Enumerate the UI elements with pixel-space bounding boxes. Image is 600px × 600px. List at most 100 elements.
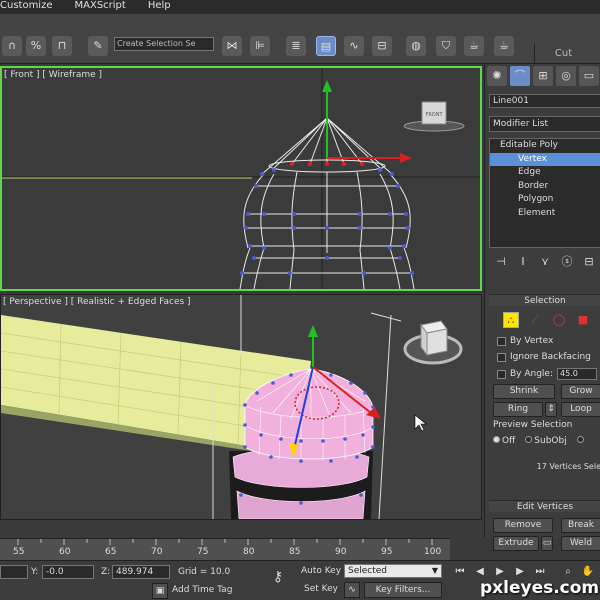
x-coordinate-field[interactable] xyxy=(0,565,28,579)
polygon-level-icon[interactable]: ■ xyxy=(575,312,591,328)
curve-editor-icon[interactable]: ∿ xyxy=(344,36,364,56)
stack-item-edge[interactable]: Edge xyxy=(490,166,600,180)
front-transform-gizmo[interactable] xyxy=(322,80,412,163)
snap-toggle-icon[interactable]: ∩ xyxy=(2,36,22,56)
timeline-tick-label: 65 xyxy=(105,547,117,557)
spinner-snap-icon[interactable]: ⊓ xyxy=(52,36,72,56)
show-end-result-icon[interactable]: Ⅰ xyxy=(515,254,531,270)
stack-tools: ⊣ Ⅰ ⋎ ⓢ ⊟ xyxy=(489,254,600,272)
ring-spinner[interactable]: ⇕ xyxy=(545,402,557,417)
timeline-tick-label: 80 xyxy=(243,547,255,557)
z-coordinate-label: Z: xyxy=(101,567,111,577)
edge-level-icon[interactable]: ⟋ xyxy=(527,312,543,328)
preview-off-option[interactable]: Off xyxy=(493,436,515,446)
time-tag-lock-icon[interactable]: ▣ xyxy=(152,583,168,599)
timeline-tick-label: 95 xyxy=(381,547,393,557)
menu-bar: Customize MAXScript Help xyxy=(0,0,600,14)
stack-item-editable-poly[interactable]: Editable Poly xyxy=(490,139,600,153)
edit-vertices-rollout-title[interactable]: Edit Vertices xyxy=(489,500,600,512)
configure-modifier-sets-icon[interactable]: ⊟ xyxy=(581,254,597,270)
by-vertex-row[interactable]: By Vertex xyxy=(497,336,553,346)
front-viewport-label[interactable]: [ Front ] [ Wireframe ] xyxy=(4,70,102,80)
menu-maxscript[interactable]: MAXScript xyxy=(75,0,126,14)
ignore-backfacing-checkbox[interactable] xyxy=(497,352,506,362)
y-coordinate-field[interactable]: -0.0 xyxy=(42,565,94,579)
modifier-stack: Editable Poly Vertex Edge Border Polygon… xyxy=(489,138,600,248)
display-tab-icon[interactable]: ▭ xyxy=(579,66,599,86)
grow-button[interactable]: Grow xyxy=(561,384,600,399)
pin-stack-icon[interactable]: ⊣ xyxy=(493,254,509,270)
selection-rollout-title[interactable]: Selection xyxy=(489,294,600,306)
break-button[interactable]: Break xyxy=(561,518,600,533)
vertex-level-icon[interactable]: ∴ xyxy=(503,312,519,328)
set-key-mode-icon[interactable]: ⚷ xyxy=(266,569,290,589)
make-unique-icon[interactable]: ⋎ xyxy=(537,254,553,270)
stack-item-border[interactable]: Border xyxy=(490,180,600,194)
ring-button[interactable]: Ring xyxy=(493,402,543,417)
extrude-settings-icon[interactable]: ▭ xyxy=(541,536,553,551)
menu-customize[interactable]: Customize xyxy=(0,0,53,14)
menu-help[interactable]: Help xyxy=(148,0,171,14)
stack-item-element[interactable]: Element xyxy=(490,207,600,221)
angle-spinner[interactable]: 45.0 xyxy=(557,368,598,380)
stack-item-polygon[interactable]: Polygon xyxy=(490,193,600,207)
main-toolbar: ∩ % ⊓ ✎ Create Selection Se ⋈ ⊫ ≣ ▤ ∿ ⊟ … xyxy=(0,14,600,64)
hierarchy-tab-icon[interactable]: ⊞ xyxy=(533,66,553,86)
auto-key-button[interactable]: Auto Key xyxy=(300,564,342,580)
layer-manager-icon[interactable]: ≣ xyxy=(286,36,306,56)
key-filters-button[interactable]: Key Filters... xyxy=(364,582,442,598)
loop-button[interactable]: Loop xyxy=(561,402,600,417)
render-setup-icon[interactable]: ⛉ xyxy=(436,36,456,56)
perspective-viewport-label[interactable]: [ Perspective ] [ Realistic + Edged Face… xyxy=(3,297,191,307)
schematic-view-icon[interactable]: ⊟ xyxy=(372,36,392,56)
by-angle-checkbox[interactable] xyxy=(497,369,506,379)
by-angle-row[interactable]: By Angle: 45.0 xyxy=(497,368,598,380)
front-viewport[interactable]: [ Front ] [ Wireframe ] FRONT xyxy=(0,66,482,291)
add-time-tag-button[interactable]: Add Time Tag xyxy=(172,583,264,599)
remove-button[interactable]: Remove xyxy=(493,518,553,533)
render-production-icon[interactable]: ☕ xyxy=(494,36,514,56)
mirror-icon[interactable]: ⋈ xyxy=(222,36,242,56)
set-key-button[interactable]: Set Key xyxy=(300,582,342,598)
z-coordinate-field[interactable]: 489.974 xyxy=(112,565,170,579)
key-mode-dropdown[interactable]: Selected ▼ xyxy=(344,564,442,578)
preview-subobj-option[interactable]: SubObj xyxy=(525,436,567,446)
material-editor-icon[interactable]: ◍ xyxy=(406,36,426,56)
object-name-field[interactable]: Line001 xyxy=(489,94,600,108)
shrink-button[interactable]: Shrink xyxy=(493,384,555,399)
by-angle-label: By Angle: xyxy=(510,369,554,379)
remove-modifier-icon[interactable]: ⓢ xyxy=(559,254,575,270)
perspective-viewport[interactable]: [ Perspective ] [ Realistic + Edged Face… xyxy=(0,294,482,520)
front-viewcube[interactable]: FRONT xyxy=(403,101,465,132)
edit-named-selection-icon[interactable]: ✎ xyxy=(88,36,108,56)
perspective-viewcube[interactable] xyxy=(403,320,463,365)
extrude-button[interactable]: Extrude xyxy=(493,536,539,551)
motion-tab-icon[interactable]: ◎ xyxy=(556,66,576,86)
perspective-canvas xyxy=(1,295,463,519)
dropdown-arrow-icon: ▼ xyxy=(431,566,438,575)
tangent-type-icon[interactable]: ∿ xyxy=(344,582,360,598)
by-vertex-checkbox[interactable] xyxy=(497,336,506,346)
weld-button[interactable]: Weld xyxy=(561,536,600,551)
timeline-tick-label: 60 xyxy=(59,547,71,557)
ignore-backfacing-row[interactable]: Ignore Backfacing xyxy=(497,352,591,362)
timeline-ruler[interactable]: 55 60 65 70 75 80 85 90 95 100 xyxy=(0,538,450,560)
modify-tab-icon[interactable]: ⌒ xyxy=(510,66,530,86)
border-level-icon[interactable]: ◯ xyxy=(551,312,567,328)
go-to-start-icon[interactable]: ⏮ xyxy=(452,564,468,580)
preview-multi-option[interactable] xyxy=(576,436,586,446)
selection-count-text: 17 Vertices Sele xyxy=(536,462,600,471)
front-selected-vertices xyxy=(289,161,365,167)
align-icon[interactable]: ⊫ xyxy=(250,36,270,56)
graphite-ribbon-icon[interactable]: ▤ xyxy=(316,36,336,56)
rendered-frame-icon[interactable]: ☕ xyxy=(464,36,484,56)
grid-size-text: Grid = 10.0 xyxy=(178,567,231,577)
create-tab-icon[interactable]: ✺ xyxy=(487,66,507,86)
cut-button[interactable]: Cut xyxy=(534,44,592,64)
stack-item-vertex[interactable]: Vertex xyxy=(490,152,600,167)
timeline-tick-label: 70 xyxy=(151,547,163,557)
modifier-list-dropdown[interactable]: Modifier List xyxy=(489,116,600,132)
y-coordinate-label: Y: xyxy=(31,567,39,577)
selection-set-dropdown[interactable]: Create Selection Se xyxy=(114,37,214,51)
percent-snap-icon[interactable]: % xyxy=(26,36,46,56)
